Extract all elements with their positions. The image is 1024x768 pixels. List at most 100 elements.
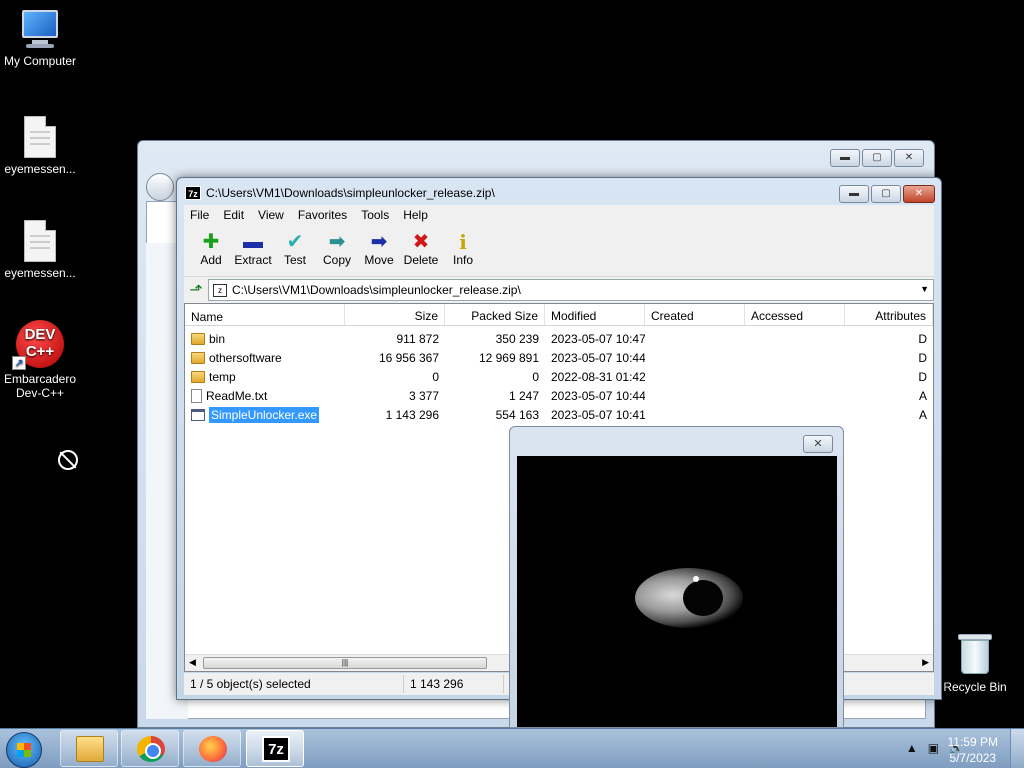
file-packed-size: 1 247 bbox=[508, 388, 539, 403]
info-button[interactable]: i Info bbox=[444, 225, 482, 276]
taskbar-firefox[interactable] bbox=[183, 730, 241, 767]
desktop-icon-label: My Computer bbox=[3, 54, 77, 68]
desktop-icon-my-computer[interactable]: My Computer bbox=[0, 10, 80, 68]
folder-icon bbox=[191, 370, 205, 383]
back-button[interactable] bbox=[146, 173, 174, 201]
minimize-button[interactable]: ▬ bbox=[830, 149, 860, 167]
add-button[interactable]: ✚ Add bbox=[192, 225, 230, 276]
minimize-button[interactable]: ▬ bbox=[839, 185, 869, 203]
maximize-button[interactable]: ▢ bbox=[871, 185, 901, 203]
document-icon bbox=[24, 220, 56, 262]
test-button[interactable]: ✔ Test bbox=[276, 225, 314, 276]
scroll-left-icon[interactable]: ◀ bbox=[189, 657, 196, 668]
menu-favorites[interactable]: Favorites bbox=[298, 208, 347, 222]
taskbar-7zip[interactable]: 7z bbox=[246, 730, 304, 767]
extract-button[interactable]: ▬ Extract bbox=[234, 225, 272, 276]
table-row[interactable]: othersoftware 16 956 367 12 969 891 2023… bbox=[185, 348, 933, 367]
check-icon: ✔ bbox=[286, 231, 304, 253]
move-label: Move bbox=[364, 253, 394, 267]
clock[interactable]: 11:59 PM 5/7/2023 bbox=[948, 734, 998, 766]
scroll-right-icon[interactable]: ▶ bbox=[922, 657, 929, 668]
eye-image bbox=[635, 568, 743, 628]
recycle-bin-icon bbox=[958, 632, 992, 676]
devcpp-icon: DEV C++ ↗ bbox=[12, 320, 64, 370]
copy-arrow-icon: ➡ bbox=[328, 231, 346, 253]
close-button[interactable]: ✕ bbox=[803, 435, 833, 453]
delete-button[interactable]: ✖ Delete bbox=[402, 225, 440, 276]
minus-icon: ▬ bbox=[243, 231, 263, 253]
taskbar: 7z ▲ ▣ 🔈 11:59 PM 5/7/2023 bbox=[0, 728, 1024, 768]
column-modified[interactable]: Modified bbox=[545, 304, 645, 325]
desktop-icon-label: Embarcadero Dev-C++ bbox=[3, 372, 77, 400]
desktop-icon-recycle-bin[interactable]: Recycle Bin bbox=[935, 632, 1015, 694]
file-size: 1 143 296 bbox=[385, 407, 439, 422]
address-bar: ⬏ z C:\Users\VM1\Downloads\simpleunlocke… bbox=[184, 277, 934, 303]
move-arrow-icon: ➡ bbox=[370, 231, 388, 253]
plus-icon: ✚ bbox=[202, 231, 220, 253]
scroll-thumb[interactable]: ||| bbox=[203, 657, 487, 669]
status-selection: 1 / 5 object(s) selected bbox=[184, 675, 404, 693]
taskbar-explorer[interactable] bbox=[60, 730, 118, 767]
file-modified: 2022-08-31 01:42 bbox=[551, 369, 645, 384]
desktop-icon-eyemessen-1[interactable]: eyemessen... bbox=[0, 116, 80, 176]
add-label: Add bbox=[200, 253, 222, 267]
menu-view[interactable]: View bbox=[258, 208, 284, 222]
sevenzip-icon: 7z bbox=[262, 736, 290, 762]
column-packed-size[interactable]: Packed Size bbox=[445, 304, 545, 325]
file-modified: 2023-05-07 10:44 bbox=[551, 388, 645, 403]
dropdown-arrow-icon[interactable]: ▼ bbox=[920, 284, 929, 294]
title-bar: 7z C:\Users\VM1\Downloads\simpleunlocker… bbox=[185, 186, 495, 200]
menu-tools[interactable]: Tools bbox=[361, 208, 389, 222]
file-packed-size: 12 969 891 bbox=[478, 350, 539, 365]
file-name: othersoftware bbox=[209, 350, 282, 365]
column-accessed[interactable]: Accessed bbox=[745, 304, 845, 325]
file-size: 911 872 bbox=[396, 331, 440, 346]
up-folder-button[interactable]: ⬏ bbox=[184, 280, 208, 300]
extract-label: Extract bbox=[234, 253, 272, 267]
image-popup-window[interactable]: ✕ bbox=[509, 426, 844, 728]
file-modified: 2023-05-07 10:47 bbox=[551, 331, 645, 346]
close-button[interactable]: ✕ bbox=[903, 185, 935, 203]
info-icon: i bbox=[459, 230, 467, 254]
exe-file-icon bbox=[191, 408, 205, 421]
taskbar-chrome[interactable] bbox=[121, 730, 179, 767]
file-attr: D bbox=[918, 369, 927, 384]
delete-label: Delete bbox=[403, 253, 439, 267]
menu-bar: File Edit View Favorites Tools Help bbox=[184, 205, 934, 225]
desktop-icon-eyemessen-2[interactable]: eyemessen... bbox=[0, 220, 80, 280]
firefox-icon bbox=[199, 736, 227, 762]
column-name[interactable]: Name bbox=[185, 304, 345, 325]
menu-file[interactable]: File bbox=[190, 208, 209, 222]
file-name: bin bbox=[209, 331, 226, 346]
delete-x-icon: ✖ bbox=[412, 231, 430, 253]
close-button[interactable]: ✕ bbox=[894, 149, 924, 167]
copy-button[interactable]: ➡ Copy bbox=[318, 225, 356, 276]
table-row-selected[interactable]: SimpleUnlocker.exe 1 143 296 554 163 202… bbox=[185, 405, 933, 424]
network-icon[interactable]: ▣ bbox=[928, 741, 939, 755]
menu-edit[interactable]: Edit bbox=[223, 208, 244, 222]
toolbar: ✚ Add ▬ Extract ✔ Test ➡ Copy ➡ Move ✖ D… bbox=[184, 225, 934, 277]
sevenzip-logo-icon: 7z bbox=[185, 186, 201, 200]
show-hidden-icons-icon[interactable]: ▲ bbox=[906, 741, 918, 755]
desktop-icon-devcpp[interactable]: DEV C++ ↗ Embarcadero Dev-C++ bbox=[0, 320, 80, 400]
file-modified: 2023-05-07 10:44 bbox=[551, 350, 645, 365]
show-desktop-button[interactable] bbox=[1010, 729, 1024, 768]
column-size[interactable]: Size bbox=[345, 304, 445, 325]
window-title: C:\Users\VM1\Downloads\simpleunlocker_re… bbox=[206, 186, 495, 200]
table-row[interactable]: bin 911 872 350 239 2023-05-07 10:47 D bbox=[185, 329, 933, 348]
column-attributes[interactable]: Attributes bbox=[845, 304, 933, 325]
text-file-icon bbox=[191, 388, 202, 403]
table-row[interactable]: temp 0 0 2022-08-31 01:42 D bbox=[185, 367, 933, 386]
chrome-icon bbox=[137, 736, 165, 762]
maximize-button[interactable]: ▢ bbox=[862, 149, 892, 167]
move-button[interactable]: ➡ Move bbox=[360, 225, 398, 276]
file-size: 0 bbox=[432, 369, 439, 384]
table-row[interactable]: ReadMe.txt 3 377 1 247 2023-05-07 10:44 … bbox=[185, 386, 933, 405]
address-input[interactable]: z C:\Users\VM1\Downloads\simpleunlocker_… bbox=[208, 279, 934, 301]
file-name: ReadMe.txt bbox=[206, 388, 268, 403]
column-created[interactable]: Created bbox=[645, 304, 745, 325]
menu-help[interactable]: Help bbox=[403, 208, 428, 222]
start-button[interactable] bbox=[6, 732, 42, 768]
file-modified: 2023-05-07 10:41 bbox=[551, 407, 645, 422]
folder-icon bbox=[76, 736, 104, 762]
